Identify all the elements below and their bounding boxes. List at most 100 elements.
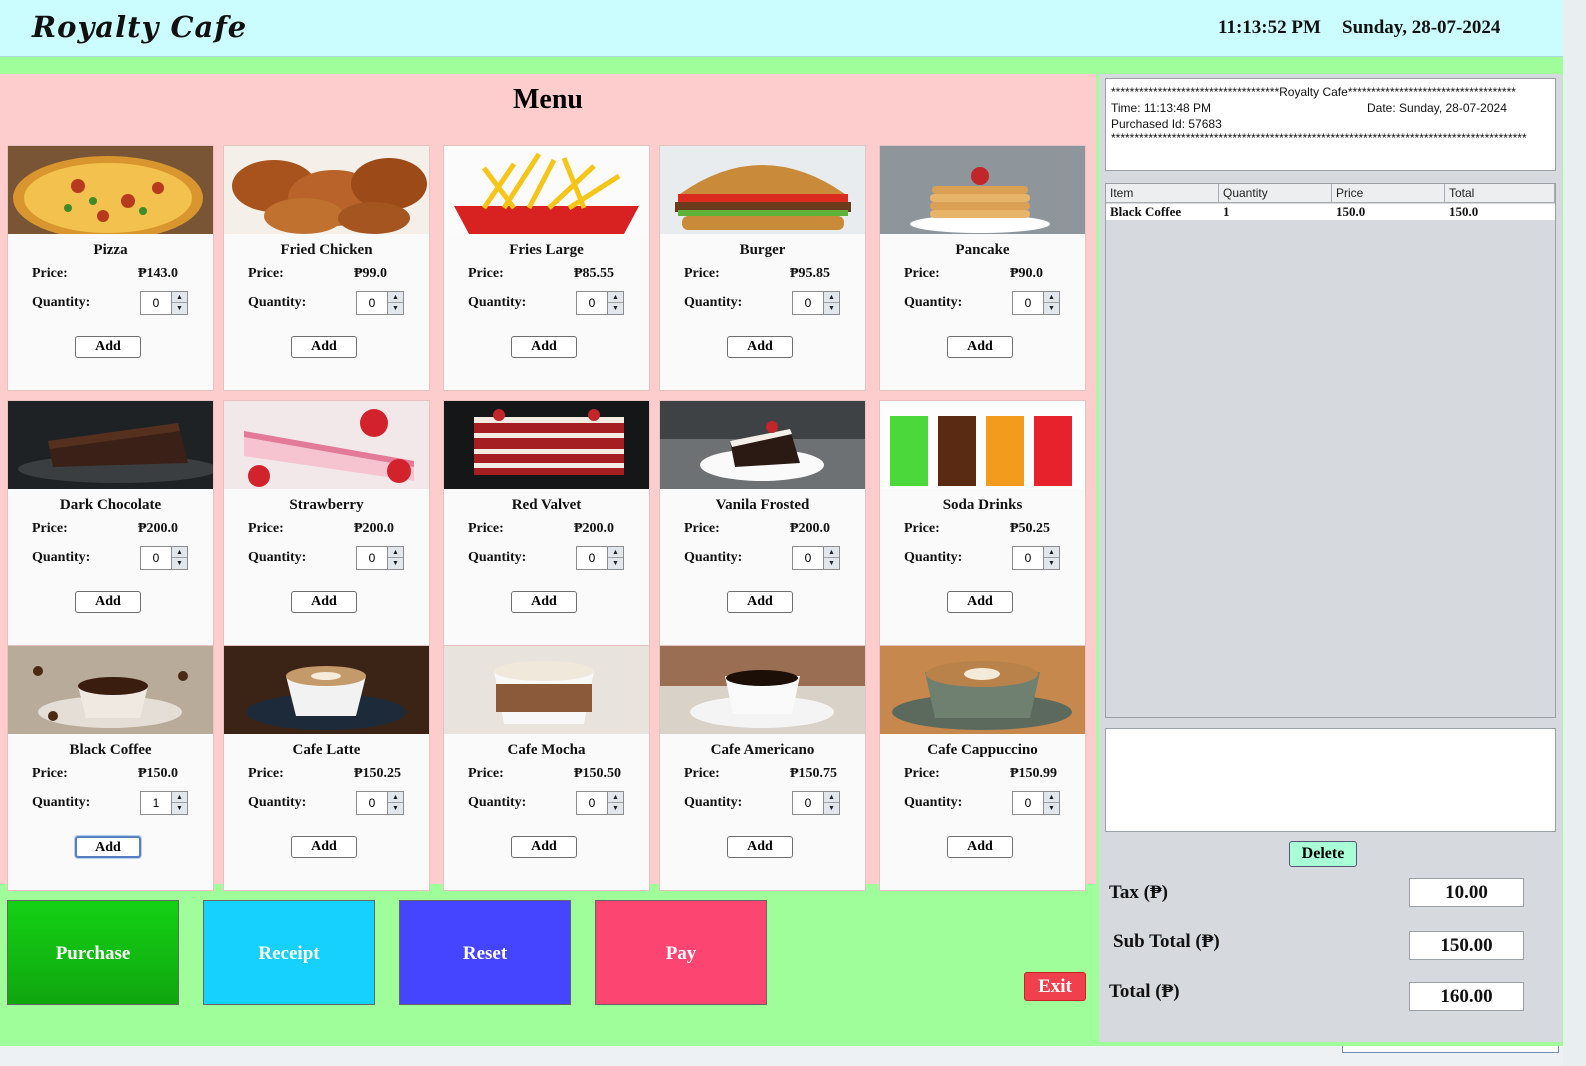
add-button[interactable]: Add [511, 591, 577, 613]
quantity-value[interactable]: 0 [1013, 547, 1043, 569]
chevron-up-icon[interactable]: ▲ [824, 792, 839, 803]
column-header-total[interactable]: Total [1445, 184, 1555, 203]
add-button[interactable]: Add [75, 336, 141, 358]
quantity-stepper[interactable]: 0 ▲ ▼ [1012, 546, 1060, 570]
column-header-item[interactable]: Item [1106, 184, 1219, 203]
receipt-button[interactable]: Receipt [203, 900, 375, 1005]
quantity-stepper[interactable]: 0 ▲ ▼ [1012, 291, 1060, 315]
purchase-button[interactable]: Purchase [7, 900, 179, 1005]
chevron-up-icon[interactable]: ▲ [608, 792, 623, 803]
add-button[interactable]: Add [291, 591, 357, 613]
quantity-value[interactable]: 0 [141, 547, 171, 569]
quantity-stepper[interactable]: 0 ▲ ▼ [356, 546, 404, 570]
stepper-arrows[interactable]: ▲ ▼ [171, 792, 187, 814]
add-button[interactable]: Add [947, 591, 1013, 613]
delete-button[interactable]: Delete [1289, 841, 1357, 867]
chevron-down-icon[interactable]: ▼ [172, 803, 187, 814]
stepper-arrows[interactable]: ▲ ▼ [171, 292, 187, 314]
quantity-stepper[interactable]: 0 ▲ ▼ [576, 546, 624, 570]
stepper-arrows[interactable]: ▲ ▼ [1043, 547, 1059, 569]
quantity-stepper[interactable]: 0 ▲ ▼ [792, 291, 840, 315]
chevron-up-icon[interactable]: ▲ [172, 792, 187, 803]
chevron-up-icon[interactable]: ▲ [824, 547, 839, 558]
chevron-up-icon[interactable]: ▲ [388, 292, 403, 303]
quantity-value[interactable]: 0 [1013, 292, 1043, 314]
chevron-up-icon[interactable]: ▲ [608, 292, 623, 303]
add-button[interactable]: Add [947, 836, 1013, 858]
chevron-down-icon[interactable]: ▼ [824, 303, 839, 314]
chevron-down-icon[interactable]: ▼ [388, 558, 403, 569]
stepper-arrows[interactable]: ▲ ▼ [607, 792, 623, 814]
stepper-arrows[interactable]: ▲ ▼ [607, 547, 623, 569]
quantity-value[interactable]: 0 [357, 292, 387, 314]
stepper-arrows[interactable]: ▲ ▼ [387, 547, 403, 569]
chevron-up-icon[interactable]: ▲ [1044, 792, 1059, 803]
quantity-value[interactable]: 1 [141, 792, 171, 814]
chevron-down-icon[interactable]: ▼ [1044, 558, 1059, 569]
chevron-up-icon[interactable]: ▲ [824, 292, 839, 303]
quantity-value[interactable]: 0 [793, 292, 823, 314]
exit-button[interactable]: Exit [1024, 972, 1086, 1001]
quantity-value[interactable]: 0 [357, 792, 387, 814]
reset-button[interactable]: Reset [399, 900, 571, 1005]
notes-area[interactable] [1105, 728, 1556, 832]
chevron-up-icon[interactable]: ▲ [172, 292, 187, 303]
chevron-up-icon[interactable]: ▲ [172, 547, 187, 558]
quantity-stepper[interactable]: 0 ▲ ▼ [1012, 791, 1060, 815]
receipt-area[interactable]: ************************************Roya… [1105, 78, 1556, 171]
chevron-up-icon[interactable]: ▲ [388, 792, 403, 803]
subtotal-field[interactable]: 150.00 [1409, 931, 1524, 960]
chevron-up-icon[interactable]: ▲ [388, 547, 403, 558]
add-button[interactable]: Add [727, 836, 793, 858]
chevron-down-icon[interactable]: ▼ [388, 303, 403, 314]
tax-field[interactable]: 10.00 [1409, 878, 1524, 907]
quantity-value[interactable]: 0 [141, 292, 171, 314]
stepper-arrows[interactable]: ▲ ▼ [823, 292, 839, 314]
add-button[interactable]: Add [727, 591, 793, 613]
quantity-value[interactable]: 0 [577, 547, 607, 569]
chevron-up-icon[interactable]: ▲ [608, 547, 623, 558]
chevron-up-icon[interactable]: ▲ [1044, 547, 1059, 558]
quantity-value[interactable]: 0 [793, 547, 823, 569]
stepper-arrows[interactable]: ▲ ▼ [1043, 792, 1059, 814]
chevron-down-icon[interactable]: ▼ [388, 803, 403, 814]
quantity-stepper[interactable]: 0 ▲ ▼ [792, 546, 840, 570]
add-button[interactable]: Add [511, 336, 577, 358]
total-field[interactable]: 160.00 [1409, 982, 1524, 1011]
quantity-value[interactable]: 0 [577, 292, 607, 314]
chevron-down-icon[interactable]: ▼ [172, 558, 187, 569]
quantity-stepper[interactable]: 0 ▲ ▼ [576, 791, 624, 815]
quantity-stepper[interactable]: 0 ▲ ▼ [140, 291, 188, 315]
chevron-down-icon[interactable]: ▼ [1044, 803, 1059, 814]
stepper-arrows[interactable]: ▲ ▼ [387, 792, 403, 814]
chevron-down-icon[interactable]: ▼ [824, 558, 839, 569]
chevron-down-icon[interactable]: ▼ [608, 558, 623, 569]
stepper-arrows[interactable]: ▲ ▼ [823, 792, 839, 814]
quantity-stepper[interactable]: 0 ▲ ▼ [792, 791, 840, 815]
add-button[interactable]: Add [727, 336, 793, 358]
stepper-arrows[interactable]: ▲ ▼ [171, 547, 187, 569]
chevron-down-icon[interactable]: ▼ [1044, 303, 1059, 314]
quantity-value[interactable]: 0 [357, 547, 387, 569]
order-table[interactable]: Item Quantity Price Total Black Coffee 1… [1105, 183, 1556, 718]
quantity-value[interactable]: 0 [577, 792, 607, 814]
add-button[interactable]: Add [291, 836, 357, 858]
column-header-quantity[interactable]: Quantity [1219, 184, 1332, 203]
quantity-value[interactable]: 0 [793, 792, 823, 814]
chevron-down-icon[interactable]: ▼ [608, 303, 623, 314]
quantity-stepper[interactable]: 1 ▲ ▼ [140, 791, 188, 815]
quantity-stepper[interactable]: 0 ▲ ▼ [140, 546, 188, 570]
table-row[interactable]: Black Coffee 1 150.0 150.0 [1106, 204, 1555, 220]
stepper-arrows[interactable]: ▲ ▼ [387, 292, 403, 314]
quantity-stepper[interactable]: 0 ▲ ▼ [576, 291, 624, 315]
quantity-value[interactable]: 0 [1013, 792, 1043, 814]
add-button[interactable]: Add [291, 336, 357, 358]
add-button[interactable]: Add [947, 336, 1013, 358]
stepper-arrows[interactable]: ▲ ▼ [1043, 292, 1059, 314]
pay-button[interactable]: Pay [595, 900, 767, 1005]
add-button[interactable]: Add [511, 836, 577, 858]
add-button[interactable]: Add [75, 591, 141, 613]
chevron-down-icon[interactable]: ▼ [172, 303, 187, 314]
quantity-stepper[interactable]: 0 ▲ ▼ [356, 791, 404, 815]
stepper-arrows[interactable]: ▲ ▼ [823, 547, 839, 569]
